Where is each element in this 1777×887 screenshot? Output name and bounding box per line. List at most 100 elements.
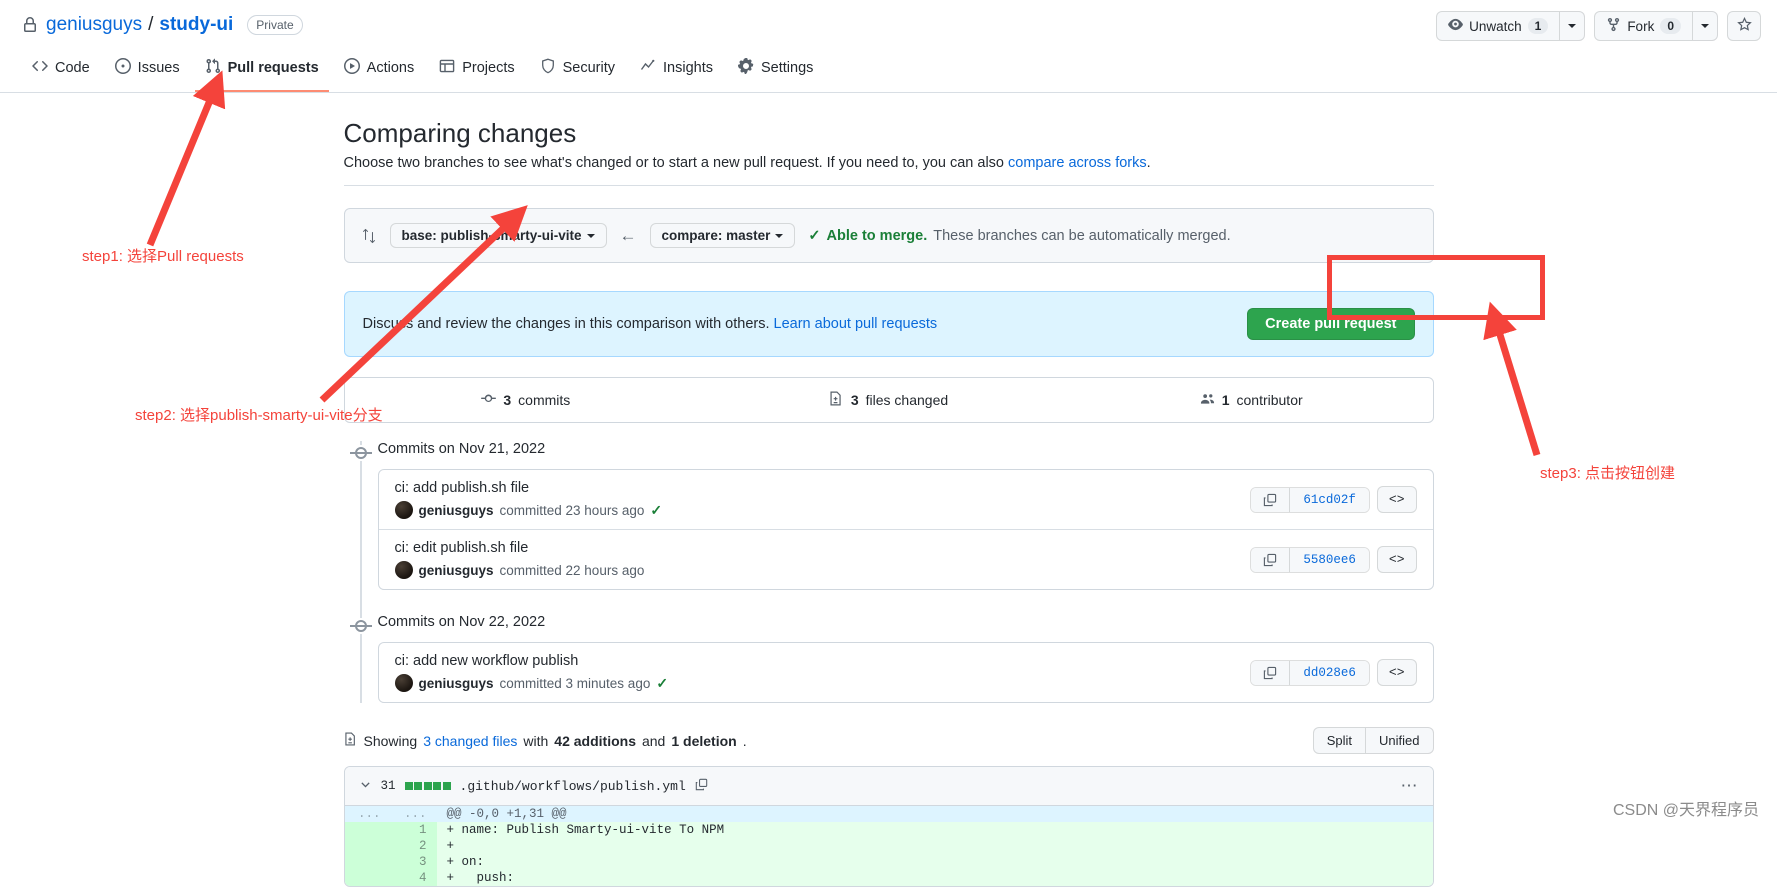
fork-button[interactable]: Fork 0: [1594, 11, 1693, 41]
diff-file-path[interactable]: .github/workflows/publish.yml: [460, 779, 686, 794]
nav-item-insights[interactable]: Insights: [630, 50, 723, 92]
unified-view-button[interactable]: Unified: [1366, 727, 1434, 754]
commit-message[interactable]: ci: edit publish.sh file: [395, 540, 645, 556]
repo-owner-link[interactable]: geniusguys: [46, 14, 142, 36]
hunk-line-right: ...: [390, 806, 437, 822]
branch-range-editor: base: publish-smarty-ui-vite ← compare: …: [343, 208, 1434, 263]
star-button[interactable]: [1727, 11, 1761, 41]
compare-branch-select[interactable]: compare: master: [649, 223, 796, 248]
compare-across-forks-link[interactable]: compare across forks: [1008, 155, 1147, 171]
chevron-down-icon: [586, 233, 595, 238]
commit-sha-box: 61cd02f: [1250, 486, 1370, 513]
commit-sha[interactable]: dd028e6: [1290, 660, 1369, 685]
commit-author[interactable]: geniusguys: [419, 503, 494, 518]
base-branch-select[interactable]: base: publish-smarty-ui-vite: [389, 223, 607, 248]
create-pull-request-button[interactable]: Create pull request: [1247, 308, 1415, 340]
repo-path-separator: /: [148, 14, 154, 35]
nav-item-actions[interactable]: Actions: [334, 50, 425, 92]
commit-list: ci: add publish.sh file geniusguys commi…: [377, 469, 1434, 590]
watch-button-group[interactable]: Unwatch 1: [1436, 11, 1586, 41]
fork-button-group[interactable]: Fork 0: [1594, 11, 1718, 41]
nav-item-label: Code: [55, 60, 90, 76]
timeline-dot-icon: [349, 618, 372, 634]
commit-author[interactable]: geniusguys: [419, 676, 494, 691]
avatar: [394, 561, 413, 579]
copy-icon[interactable]: [695, 778, 708, 794]
nav-item-label: Insights: [663, 60, 713, 76]
diff-line-code: + on:: [436, 854, 1433, 870]
commit-meta: geniusguys committed 22 hours ago: [394, 561, 644, 579]
stat-files-count: 3: [850, 392, 859, 408]
nav-item-settings[interactable]: Settings: [728, 50, 823, 92]
diff-line-marker: +: [446, 839, 455, 853]
nav-item-security[interactable]: Security: [530, 50, 625, 92]
repo-name-link[interactable]: study-ui: [159, 14, 233, 36]
lock-icon: [22, 17, 38, 33]
avatar: [394, 674, 413, 692]
commit-group: Commits on Nov 21, 2022 ci: add publish.…: [349, 441, 1434, 590]
diff-line-marker: +: [446, 855, 455, 869]
commit-time: committed 23 hours ago: [499, 502, 645, 518]
gear-icon: [737, 58, 754, 78]
copy-icon[interactable]: [1251, 660, 1291, 685]
commit-group-date: Commits on Nov 21, 2022: [377, 441, 546, 457]
commit-row[interactable]: ci: add publish.sh file geniusguys commi…: [378, 470, 1433, 530]
commit-row[interactable]: ci: add new workflow publish geniusguys …: [379, 643, 1433, 702]
stat-commits[interactable]: 3 commits: [345, 378, 708, 422]
people-icon: [1200, 391, 1215, 409]
commit-sha[interactable]: 5580ee6: [1290, 547, 1369, 572]
browse-code-button[interactable]: <>: [1376, 546, 1417, 573]
graph-icon: [640, 58, 656, 78]
commit-author[interactable]: geniusguys: [419, 563, 494, 578]
commit-message[interactable]: ci: add publish.sh file: [395, 480, 663, 496]
issue-opened-icon: [114, 58, 131, 78]
check-icon[interactable]: ✓: [650, 502, 662, 519]
split-view-button[interactable]: Split: [1312, 727, 1367, 754]
fork-dropdown-button[interactable]: [1693, 11, 1718, 41]
commit-sha-actions: 5580ee6 <>: [1250, 546, 1417, 573]
nav-item-code[interactable]: Code: [22, 50, 100, 92]
commit-icon: [481, 391, 497, 409]
chevron-down-icon: [1701, 24, 1709, 28]
stat-files-changed[interactable]: 3 files changed: [707, 378, 1070, 422]
unwatch-button[interactable]: Unwatch 1: [1436, 11, 1561, 41]
play-icon: [343, 58, 360, 78]
browse-code-button[interactable]: <>: [1376, 659, 1417, 686]
diff-view-toggle: Split Unified: [1312, 727, 1434, 754]
check-icon[interactable]: ✓: [656, 675, 668, 692]
browse-code-button[interactable]: <>: [1376, 486, 1417, 513]
diff-hunk-row: ... ... @@ -0,0 +1,31 @@: [344, 806, 1433, 822]
kebab-horizontal-icon[interactable]: ⋯: [1401, 776, 1419, 796]
arrow-step1: [146, 70, 226, 247]
commit-info: ci: add new workflow publish geniusguys …: [394, 653, 669, 692]
commit-row[interactable]: ci: edit publish.sh file geniusguys comm…: [379, 530, 1433, 589]
chevron-down-icon[interactable]: [359, 778, 372, 794]
commit-sha-box: dd028e6: [1250, 659, 1370, 686]
watch-dropdown-button[interactable]: [1560, 11, 1586, 41]
nav-item-issues[interactable]: Issues: [105, 50, 190, 92]
commit-message[interactable]: ci: add new workflow publish: [395, 653, 669, 669]
shield-icon: [540, 58, 556, 78]
swap-icon[interactable]: [361, 228, 377, 244]
stat-contributors[interactable]: 1 contributor: [1070, 378, 1433, 422]
files-changed-text: Showing 3 changed files with 42 addition…: [344, 732, 747, 749]
arrow-left-icon: ←: [619, 225, 637, 245]
copy-icon[interactable]: [1251, 547, 1291, 572]
commit-sha-actions: 61cd02f <>: [1250, 486, 1417, 513]
copy-icon[interactable]: [1251, 487, 1291, 512]
diff-line-num-old: [344, 838, 391, 854]
commits-timeline: Commits on Nov 21, 2022 ci: add publish.…: [344, 441, 1434, 703]
learn-about-pull-requests-link[interactable]: Learn about pull requests: [774, 316, 938, 332]
avatar: [394, 501, 413, 519]
nav-item-projects[interactable]: Projects: [429, 50, 524, 92]
diff-line-row: 2 +: [344, 838, 1433, 854]
commit-sha[interactable]: 61cd02f: [1290, 487, 1369, 512]
unwatch-label: Unwatch: [1469, 18, 1522, 34]
nav-item-pull-requests[interactable]: Pull requests: [194, 50, 329, 92]
diff-line-text: push:: [461, 871, 515, 885]
stat-commits-label: commits: [518, 392, 571, 408]
changed-files-link[interactable]: 3 changed files: [423, 733, 517, 749]
diff-line-marker: +: [446, 823, 455, 837]
repo-header-actions: Unwatch 1 Fork 0: [1436, 11, 1761, 41]
file-diff-icon: [829, 391, 844, 409]
